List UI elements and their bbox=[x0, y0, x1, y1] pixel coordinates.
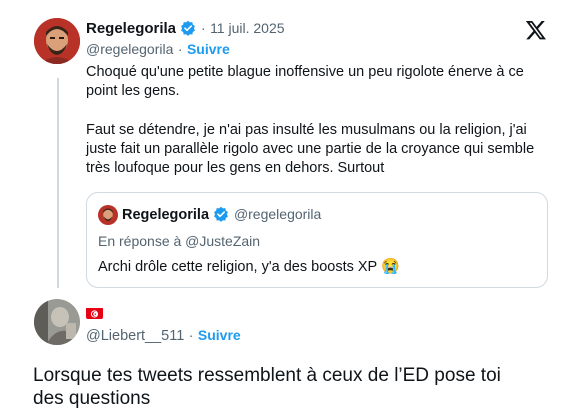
avatar-image bbox=[34, 299, 80, 345]
verified-badge-icon bbox=[213, 206, 229, 222]
tweet-header: Regelegorila · 11 juil. 2025 bbox=[86, 20, 285, 38]
quote-display-name: Regelegorila bbox=[122, 207, 210, 223]
dot: · bbox=[177, 41, 183, 57]
avatar-image bbox=[34, 18, 80, 64]
tweet2-subheader: @Liebert__511 · Suivre bbox=[86, 327, 241, 345]
quote-handle: @regelegorila bbox=[233, 206, 322, 222]
x-logo-icon[interactable] bbox=[525, 19, 547, 41]
tweet2-text: Lorsque tes tweets ressemblent à ceux de… bbox=[33, 365, 501, 409]
follow-button[interactable]: Suivre bbox=[187, 41, 230, 57]
quote-header: Regelegorila @regelegorila bbox=[122, 206, 321, 224]
tweet-text-p2: Faut se détendre, je n'ai pas insulté le… bbox=[86, 122, 535, 176]
loudly-crying-emoji-icon: 😭 bbox=[381, 258, 400, 275]
follow-button[interactable]: Suivre bbox=[198, 327, 241, 343]
tweet-date[interactable]: 11 juil. 2025 bbox=[210, 20, 284, 36]
quote-avatar bbox=[98, 205, 118, 225]
quote-text: Archi drôle cette religion, y'a des boos… bbox=[98, 259, 377, 275]
quote-text-line: Archi drôle cette religion, y'a des boos… bbox=[98, 257, 400, 277]
avatar-liebert[interactable] bbox=[34, 299, 80, 345]
tunisia-flag-icon bbox=[86, 307, 103, 319]
tweet-text-p1: Choqué qu'une petite blague inoffensive … bbox=[86, 64, 524, 99]
tweet-subheader: @regelegorila · Suivre bbox=[86, 41, 230, 59]
avatar-regelegorila[interactable] bbox=[34, 18, 80, 64]
thread-line bbox=[57, 78, 59, 288]
handle[interactable]: @regelegorila bbox=[86, 41, 173, 57]
separator: · bbox=[200, 20, 206, 36]
display-name[interactable]: Regelegorila bbox=[86, 20, 176, 37]
verified-badge-icon bbox=[180, 20, 196, 36]
dot: · bbox=[188, 327, 194, 343]
handle[interactable]: @Liebert__511 bbox=[86, 328, 184, 344]
quote-reply-to: En réponse à @JusteZain bbox=[98, 233, 261, 249]
